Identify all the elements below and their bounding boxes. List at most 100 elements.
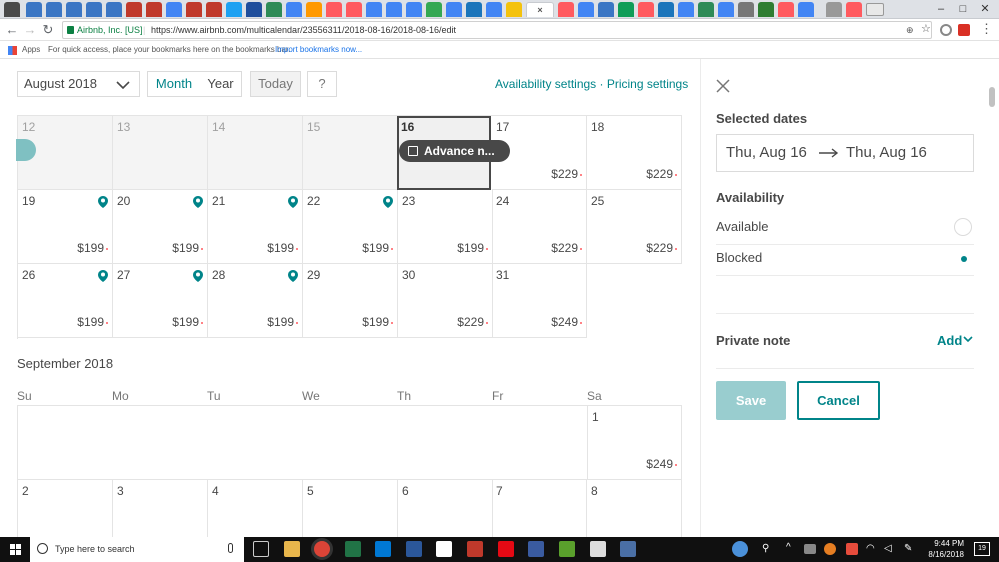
tab-favicon-icon[interactable] (826, 2, 842, 17)
calendar-day[interactable]: 5 (303, 480, 398, 537)
scrollbar-thumb[interactable] (989, 87, 995, 107)
cancel-button[interactable]: Cancel (797, 381, 880, 420)
availability-settings-link[interactable]: Availability settings (495, 77, 596, 91)
tab-favicon-icon[interactable] (26, 2, 42, 17)
url-input[interactable]: Airbnb, Inc. [US] | https://www.airbnb.c… (62, 21, 932, 39)
tab-favicon-icon[interactable] (266, 2, 282, 17)
event-pill[interactable]: Advance n... (399, 140, 510, 162)
tab-favicon-icon[interactable] (226, 2, 242, 17)
close-icon[interactable] (716, 79, 730, 93)
help-tray-icon[interactable] (732, 541, 748, 557)
tab-favicon-icon[interactable] (386, 2, 402, 17)
calendar-day[interactable]: 18 $229 (587, 116, 682, 190)
view-month-button[interactable]: Month (147, 71, 201, 97)
forward-arrow-icon[interactable]: → (22, 21, 38, 39)
tab-favicon-icon[interactable] (758, 2, 774, 17)
app-icon[interactable] (620, 541, 636, 557)
tab-favicon-icon[interactable] (246, 2, 262, 17)
calendar-day[interactable]: 28 $199 (208, 264, 303, 338)
tab-favicon-icon[interactable] (658, 2, 674, 17)
date-range-input[interactable]: Thu, Aug 16 Thu, Aug 16 (716, 134, 974, 172)
calendar-day[interactable]: 24 $229 (492, 190, 587, 264)
tab-favicon-icon[interactable] (346, 2, 362, 17)
tab-favicon-icon[interactable] (778, 2, 794, 17)
windows-start-icon[interactable] (10, 544, 21, 555)
bookmark-star-icon[interactable]: ☆ (921, 21, 931, 37)
pen-icon[interactable]: ✎ (904, 543, 912, 554)
calendar-day[interactable]: 22 $199 (303, 190, 398, 264)
calendar-day[interactable]: 27 $199 (113, 264, 208, 338)
blocked-radio[interactable] (954, 249, 972, 267)
today-button[interactable]: Today (250, 71, 301, 97)
calendar-day[interactable]: 23 $199 (398, 190, 493, 264)
outlook-icon[interactable] (375, 541, 391, 557)
calendar-day[interactable]: 19 $199 (18, 190, 113, 264)
tab-favicon-icon[interactable] (678, 2, 694, 17)
file-explorer-icon[interactable] (284, 541, 300, 557)
calendar-day[interactable]: 29 $199 (303, 264, 398, 338)
tray-chevron-icon[interactable]: ^ (786, 542, 791, 553)
tab-favicon-icon[interactable] (186, 2, 202, 17)
calendar-day[interactable]: 13 (113, 116, 208, 190)
calendar-day[interactable]: 26 $199 (18, 264, 113, 338)
tab-favicon-icon[interactable] (206, 2, 222, 17)
back-arrow-icon[interactable]: ← (4, 21, 20, 39)
tab-favicon-icon[interactable] (638, 2, 654, 17)
new-tab-button[interactable] (866, 3, 884, 16)
month-select[interactable]: August 2018 (17, 71, 140, 97)
tab-favicon-icon[interactable] (718, 2, 734, 17)
calendar-day[interactable]: 15 (303, 116, 398, 190)
tab-favicon-icon[interactable] (466, 2, 482, 17)
tab-favicon-icon[interactable] (326, 2, 342, 17)
start-date[interactable]: Thu, Aug 16 (726, 135, 807, 171)
tab-favicon-icon[interactable] (166, 2, 182, 17)
wifi-icon[interactable]: ◠ (866, 543, 875, 554)
calendar-day[interactable]: 3 (113, 480, 208, 537)
tab-close-icon[interactable]: × (537, 5, 542, 15)
calendar-day[interactable]: 12 (16, 116, 113, 190)
reload-icon[interactable]: ↻ (40, 21, 56, 39)
reservation-bar[interactable] (16, 139, 36, 161)
calendar-day[interactable]: 30 $229 (398, 264, 493, 338)
chrome-icon[interactable] (314, 541, 330, 557)
calendar-day[interactable]: 25 $229 (587, 190, 682, 264)
clock-time[interactable]: 9:44 PM (926, 539, 964, 548)
app-icon[interactable] (436, 541, 452, 557)
help-button[interactable]: ? (307, 71, 337, 97)
tab-favicon-icon[interactable] (306, 2, 322, 17)
acrobat-icon[interactable] (467, 541, 483, 557)
extension-icon[interactable] (940, 24, 952, 36)
tab-favicon-icon[interactable] (598, 2, 614, 17)
taskbar-search-input[interactable]: Type here to search (30, 537, 244, 562)
tab-favicon-icon[interactable] (426, 2, 442, 17)
tab-favicon-icon[interactable] (66, 2, 82, 17)
calendar-day[interactable]: 6 (398, 480, 493, 537)
tab-favicon-icon[interactable] (406, 2, 422, 17)
calendar-day[interactable]: 8 (587, 480, 682, 537)
apps-icon[interactable] (8, 46, 17, 55)
extension-icon[interactable] (958, 24, 970, 36)
calculator-icon[interactable] (590, 541, 606, 557)
tab-favicon-icon[interactable] (846, 2, 862, 17)
calendar-day[interactable]: 21 $199 (208, 190, 303, 264)
calendar-day[interactable]: 4 (208, 480, 303, 537)
pricing-settings-link[interactable]: Pricing settings (607, 77, 688, 91)
tab-active-airbnb[interactable]: × (526, 2, 554, 17)
tab-favicon-icon[interactable] (106, 2, 122, 17)
tab-favicon-icon[interactable] (698, 2, 714, 17)
minimize-icon[interactable]: – (930, 0, 952, 19)
calendar-day[interactable]: 31 $249 (492, 264, 587, 338)
apps-link[interactable]: Apps (22, 41, 40, 59)
tray-icon[interactable] (804, 544, 816, 554)
tab-favicon-icon[interactable] (46, 2, 62, 17)
view-year-button[interactable]: Year (200, 71, 242, 97)
tab-favicon-icon[interactable] (558, 2, 574, 17)
calendar-day[interactable]: 7 (492, 480, 587, 537)
calendar-day[interactable]: 20 $199 (113, 190, 208, 264)
tab-favicon-icon[interactable] (366, 2, 382, 17)
netflix-icon[interactable] (498, 541, 514, 557)
import-bookmarks-link[interactable]: Import bookmarks now... (275, 41, 362, 59)
volume-icon[interactable]: ◁ (884, 543, 892, 554)
save-button[interactable]: Save (716, 381, 786, 420)
end-date[interactable]: Thu, Aug 16 (846, 135, 927, 171)
